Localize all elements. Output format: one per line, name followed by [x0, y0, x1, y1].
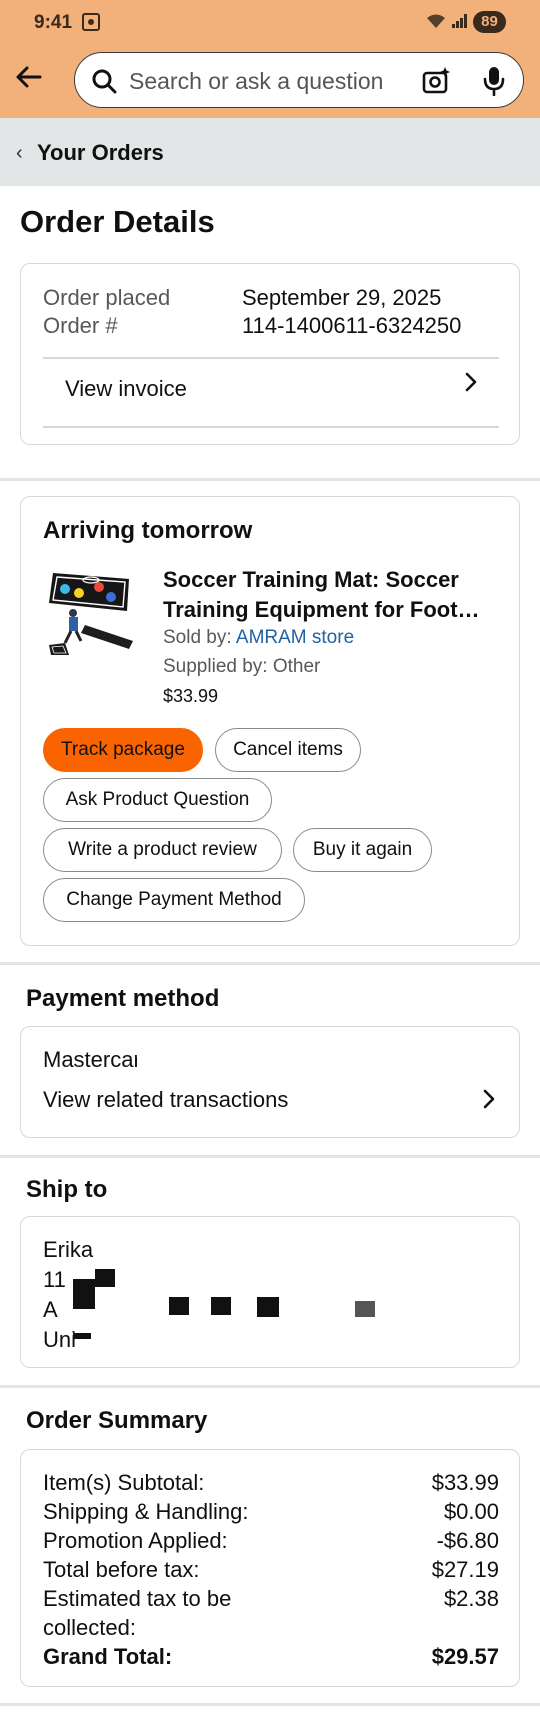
summary-label: Promotion Applied: [43, 1528, 228, 1553]
summary-value: $0.00 [443, 1499, 499, 1524]
summary-value: $33.99 [431, 1470, 499, 1495]
product-title-link[interactable]: Soccer Training Mat: Soccer Training Equ… [163, 565, 493, 625]
write-review-button[interactable]: Write a product review [43, 828, 282, 872]
grand-total-value: $29.57 [431, 1644, 499, 1669]
track-package-button[interactable]: Track package [43, 728, 203, 772]
order-summary-card: Item(s) Subtotal: $33.99 Shipping & Hand… [20, 1449, 520, 1687]
microphone-icon[interactable] [483, 66, 505, 97]
summary-label: Item(s) Subtotal: [43, 1470, 205, 1495]
divider [43, 357, 499, 359]
change-payment-button[interactable]: Change Payment Method [43, 878, 305, 922]
redaction-block [73, 1333, 91, 1339]
redaction-block [169, 1297, 189, 1315]
breadcrumb-your-orders[interactable]: Your Orders [37, 140, 164, 166]
view-invoice-link[interactable]: View invoice [65, 376, 187, 402]
summary-value: -$6.80 [436, 1528, 499, 1553]
summary-row: Total before tax: $27.19 [43, 1557, 499, 1583]
order-summary-heading: Order Summary [26, 1407, 208, 1434]
search-icon [91, 68, 117, 94]
buy-again-button[interactable]: Buy it again [293, 828, 432, 872]
redaction-block [73, 1279, 95, 1309]
payment-heading: Payment method [26, 985, 220, 1012]
order-placed-label: Order placed [43, 285, 171, 310]
address-line: Uni [43, 1327, 77, 1352]
grand-total-row: Grand Total: $29.57 [43, 1644, 499, 1670]
redaction-block [211, 1297, 231, 1315]
ship-to-heading: Ship to [26, 1176, 108, 1203]
delivery-status: Arriving tomorrow [43, 517, 253, 544]
shipment-card: Arriving tomorrow Soccer Training Mat: S… [20, 496, 520, 946]
summary-label: Shipping & Handling: [43, 1499, 249, 1524]
summary-value: $27.19 [431, 1557, 499, 1582]
address-line: 11 [43, 1267, 66, 1292]
order-info-card: Order placed September 29, 2025 Order # … [20, 263, 520, 445]
wifi-icon [425, 12, 447, 35]
redaction-block [355, 1301, 375, 1317]
summary-row: Item(s) Subtotal: $33.99 [43, 1470, 499, 1496]
camera-search-icon[interactable] [421, 66, 451, 96]
back-arrow-icon[interactable] [14, 62, 44, 92]
address-line: A [43, 1297, 58, 1322]
summary-value: $2.38 [443, 1586, 499, 1611]
payment-card: Mastercard View related transactions [20, 1026, 520, 1138]
search-bar[interactable]: Search or ask a question [74, 52, 524, 108]
section-divider [0, 1155, 540, 1158]
product-title-line: Soccer Training Mat: Soccer [163, 567, 459, 592]
chevron-left-icon: ‹ [16, 142, 23, 164]
section-divider [0, 1703, 540, 1706]
chevron-right-icon[interactable] [481, 1087, 497, 1118]
search-input[interactable]: Search or ask a question [129, 68, 383, 95]
divider [43, 426, 499, 428]
summary-label: Grand Total: [43, 1644, 173, 1669]
battery-indicator: 89 [473, 11, 506, 33]
summary-row: Promotion Applied: -$6.80 [43, 1528, 499, 1554]
ship-to-card: Erika 11 A Uni [20, 1216, 520, 1368]
section-divider [0, 1385, 540, 1388]
order-placed-date: September 29, 2025 [242, 285, 442, 310]
status-time: 9:41 [34, 12, 73, 33]
product-title-line: Training Equipment for Foot… [163, 597, 480, 622]
redaction [137, 1039, 437, 1067]
view-transactions-link[interactable]: View related transactions [43, 1087, 288, 1113]
sold-by-label: Sold by: [163, 627, 236, 648]
seller-link[interactable]: AMRAM store [236, 627, 354, 648]
address-line: Erika [43, 1237, 94, 1262]
order-number-value: 114-1400611-6324250 [242, 313, 462, 338]
section-divider [0, 478, 540, 481]
summary-label: collected: [43, 1615, 136, 1640]
product-price: $33.99 [163, 686, 219, 706]
signal-icon [452, 14, 468, 28]
breadcrumb[interactable]: ‹ Your Orders [0, 118, 540, 186]
redaction-block [257, 1297, 279, 1317]
summary-row: Shipping & Handling: $0.00 [43, 1499, 499, 1525]
top-bar: 9:41 89 Search or ask a question [0, 0, 540, 118]
summary-row: collected: [43, 1615, 499, 1641]
summary-row: Estimated tax to be $2.38 [43, 1586, 499, 1612]
screenshot-icon [82, 13, 100, 31]
section-divider [0, 962, 540, 965]
order-number-label: Order # [43, 313, 118, 338]
product-image[interactable] [45, 567, 137, 659]
ask-product-question-button[interactable]: Ask Product Question [43, 778, 272, 822]
cancel-items-button[interactable]: Cancel items [215, 728, 361, 772]
status-bar: 9:41 89 [0, 0, 540, 46]
page-title: Order Details [20, 204, 215, 239]
sold-by: Sold by: AMRAM store [163, 627, 354, 649]
summary-label: Total before tax: [43, 1557, 200, 1582]
supplied-by: Supplied by: Other [163, 656, 321, 677]
summary-label: Estimated tax to be [43, 1586, 232, 1611]
chevron-right-icon[interactable] [463, 370, 479, 401]
redaction-block [95, 1269, 115, 1287]
